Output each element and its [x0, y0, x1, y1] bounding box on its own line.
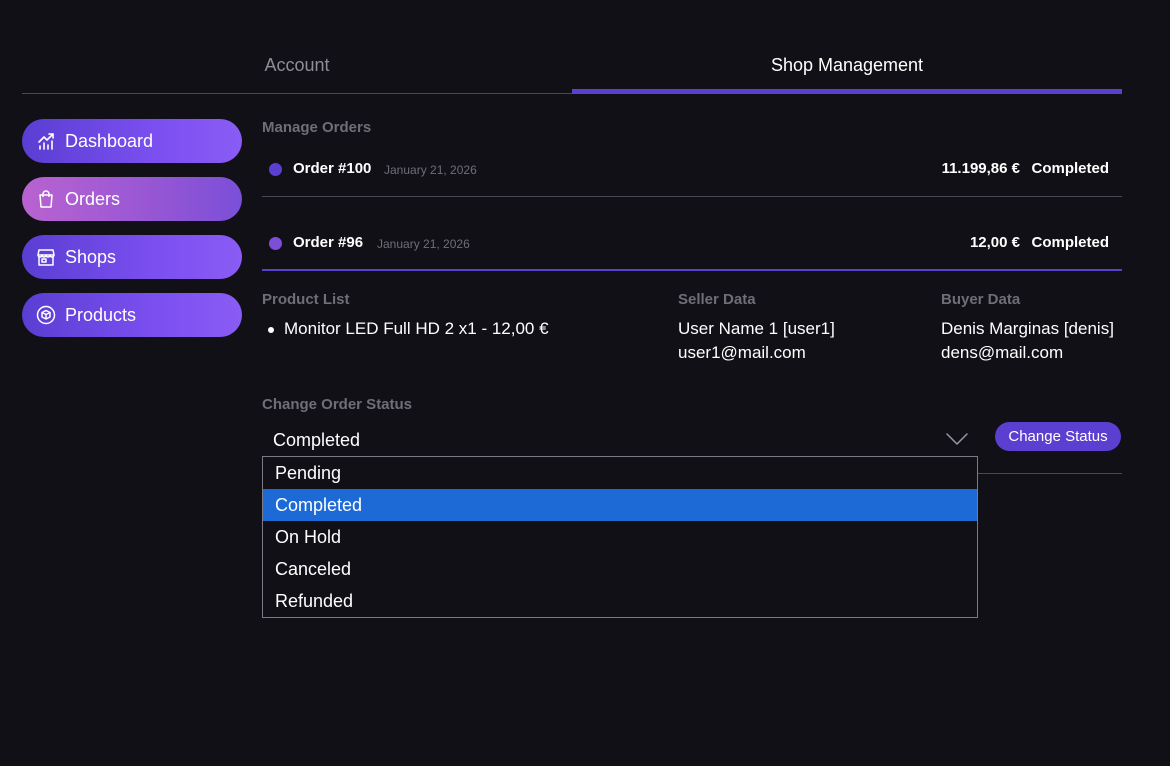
order-row[interactable]: Order #100 January 21, 2026 11.199,86 € …	[262, 133, 1122, 193]
sidebar-item-products[interactable]: Products	[22, 293, 242, 337]
status-option-refunded[interactable]: Refunded	[263, 585, 977, 617]
sidebar: Dashboard Orders Shops Products	[22, 119, 242, 351]
buyer-data-title: Buyer Data	[941, 291, 1021, 308]
sidebar-item-label: Shops	[65, 246, 117, 267]
order-price: 11.199,86 €	[941, 160, 1020, 177]
sidebar-item-label: Orders	[65, 188, 121, 209]
order-status: Completed	[1031, 234, 1109, 251]
top-tabs: Account Shop Management	[22, 42, 1122, 94]
order-name: Order #96	[293, 234, 364, 251]
product-list: Monitor LED Full HD 2 x1 - 12,00 €	[262, 317, 549, 341]
tab-account[interactable]: Account	[22, 42, 572, 92]
sidebar-item-orders[interactable]: Orders	[22, 177, 242, 221]
change-status-button[interactable]: Change Status	[995, 422, 1121, 451]
page-root: Account Shop Management Dashboard Orders…	[0, 0, 1170, 766]
status-option-canceled[interactable]: Canceled	[263, 553, 977, 585]
seller-data-title: Seller Data	[678, 291, 756, 308]
tab-shop-management[interactable]: Shop Management	[572, 42, 1122, 92]
sidebar-item-dashboard[interactable]: Dashboard	[22, 119, 242, 163]
chevron-down-icon	[945, 432, 969, 451]
order-row-expanded[interactable]: Order #96 January 21, 2026 12,00 € Compl…	[262, 191, 1122, 265]
chart-icon	[36, 131, 56, 151]
status-option-pending[interactable]: Pending	[263, 457, 977, 489]
active-tab-indicator	[572, 89, 1122, 94]
cube-icon	[36, 305, 56, 325]
order-price: 12,00 €	[969, 234, 1020, 251]
sidebar-item-label: Products	[65, 304, 137, 325]
status-option-completed[interactable]: Completed	[263, 489, 977, 521]
shopping-bag-icon	[36, 189, 56, 209]
status-dropdown-list: Pending Completed On Hold Canceled Refun…	[262, 456, 978, 618]
main-content: Manage Orders Order #100 January 21, 202…	[262, 119, 1122, 618]
order-status-dot	[269, 237, 282, 250]
buyer-column: Buyer Data Denis Marginas [denis] dens@m…	[941, 291, 1114, 365]
sidebar-item-shops[interactable]: Shops	[22, 235, 242, 279]
status-option-on-hold[interactable]: On Hold	[263, 521, 977, 553]
order-status: Completed	[1031, 160, 1109, 177]
order-status-select[interactable]: Completed	[262, 421, 977, 457]
change-order-status-title: Change Order Status	[262, 396, 413, 413]
buyer-name: Denis Marginas [denis]	[941, 319, 1114, 338]
store-icon	[36, 247, 56, 267]
seller-email: user1@mail.com	[678, 343, 806, 362]
order-details: Product List Monitor LED Full HD 2 x1 - …	[262, 271, 1122, 371]
product-list-item: Monitor LED Full HD 2 x1 - 12,00 €	[268, 317, 549, 341]
seller-name: User Name 1 [user1]	[678, 319, 835, 338]
order-date: January 21, 2026	[384, 163, 477, 177]
sidebar-item-label: Dashboard	[65, 130, 154, 151]
selected-status-value: Completed	[273, 430, 361, 450]
buyer-email: dens@mail.com	[941, 343, 1064, 362]
seller-column: Seller Data User Name 1 [user1] user1@ma…	[678, 291, 835, 365]
order-status-dot	[269, 163, 282, 176]
order-name: Order #100	[293, 160, 372, 177]
product-list-column: Product List Monitor LED Full HD 2 x1 - …	[262, 291, 549, 341]
order-date: January 21, 2026	[377, 237, 470, 251]
product-list-title: Product List	[262, 291, 350, 308]
